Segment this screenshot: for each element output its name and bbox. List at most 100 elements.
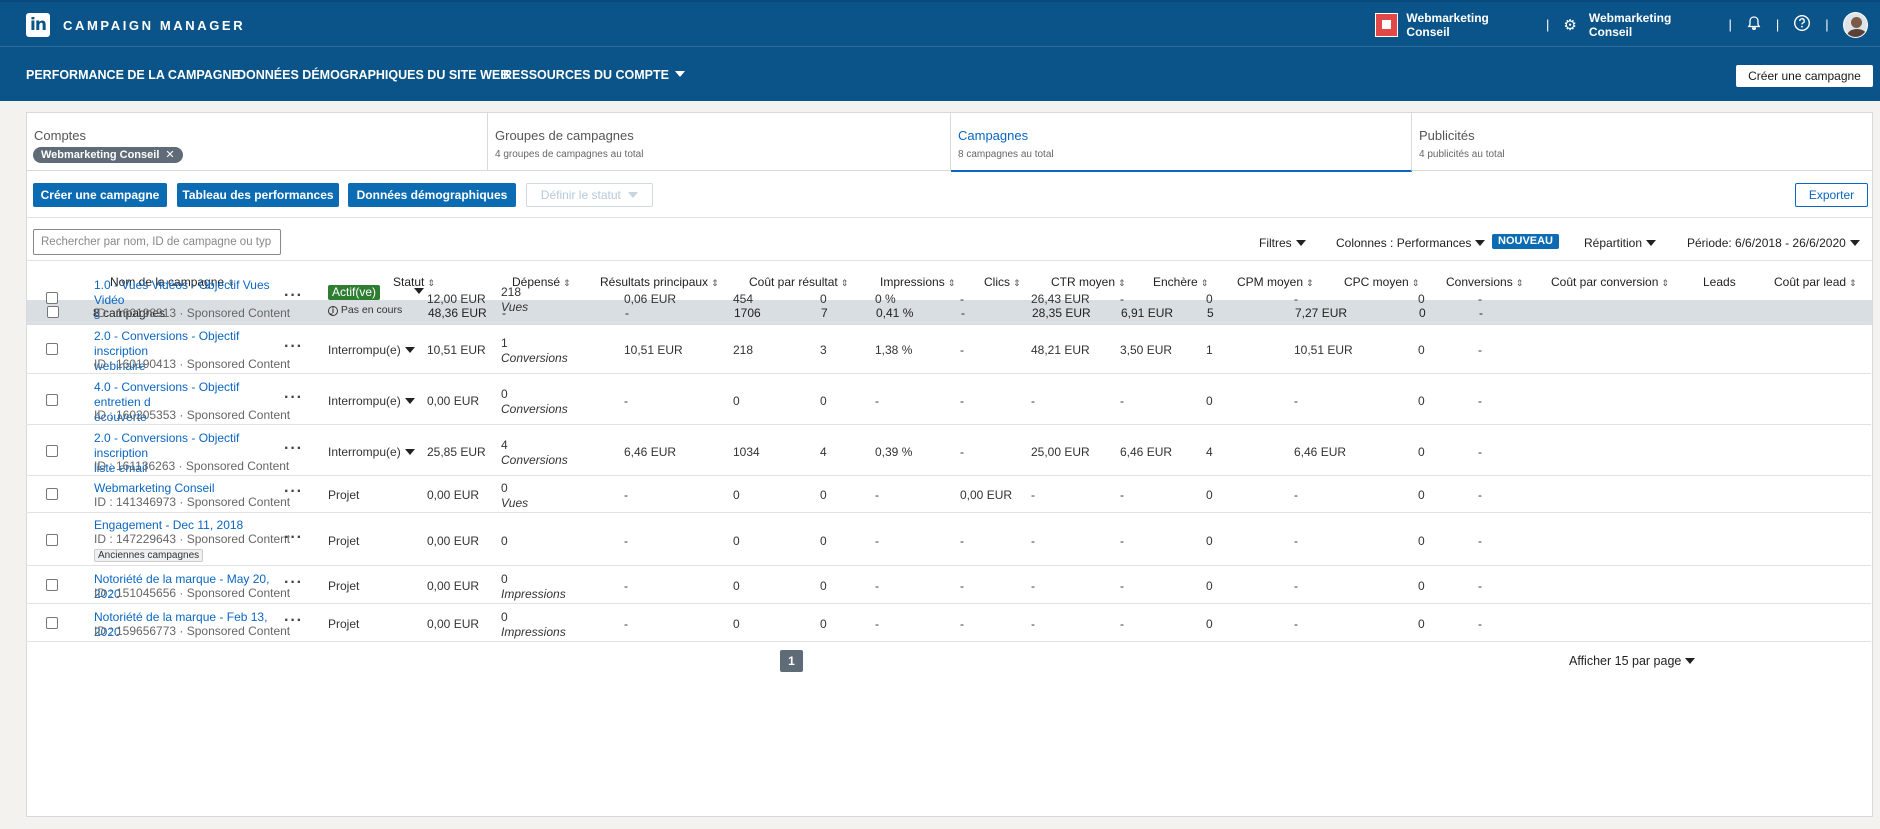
- info-icon: i: [328, 306, 338, 316]
- cell-cost-per-result: -: [624, 394, 628, 408]
- date-range-dropdown[interactable]: Période: 6/6/2018 - 26/6/2020: [1687, 236, 1860, 250]
- account-name[interactable]: Webmarketing Conseil: [1406, 11, 1532, 39]
- row-checkbox[interactable]: [46, 488, 58, 500]
- tab-campaigns[interactable]: Campagnes 8 campagnes au total: [951, 113, 1412, 172]
- row-checkbox[interactable]: [46, 617, 58, 629]
- search-input[interactable]: Rechercher par nom, ID de campagne ou ty…: [33, 229, 281, 255]
- row-checkbox[interactable]: [46, 579, 58, 591]
- cell-results-value: 0: [501, 387, 508, 401]
- cell-results-unit: Impressions: [501, 587, 566, 601]
- row-checkbox[interactable]: [46, 343, 58, 355]
- more-options-icon[interactable]: ···: [284, 574, 303, 592]
- more-options-icon[interactable]: ···: [284, 440, 303, 458]
- account-filter-chip[interactable]: Webmarketing Conseil ✕: [33, 147, 183, 163]
- columns-dropdown[interactable]: Colonnes : Performances: [1336, 236, 1486, 250]
- col-header-conversions[interactable]: Conversions ⇕: [1446, 275, 1523, 289]
- select-all-checkbox[interactable]: [47, 306, 59, 318]
- col-header-cpm[interactable]: CPM moyen ⇕: [1237, 275, 1314, 289]
- filters-dropdown[interactable]: Filtres: [1259, 236, 1306, 250]
- columns-value: Performances: [1396, 236, 1472, 250]
- cell-cost-per-result: -: [624, 579, 628, 593]
- demographics-button[interactable]: Données démographiques: [348, 183, 516, 207]
- tab-campaign-groups[interactable]: Groupes de campagnes 4 groupes de campag…: [488, 113, 951, 171]
- more-options-icon[interactable]: ···: [284, 287, 303, 305]
- cell-cpc: -: [1120, 579, 1124, 593]
- cell-ctr: -: [875, 617, 879, 631]
- status-label: Interrompu(e): [328, 343, 401, 357]
- breakdown-dropdown[interactable]: Répartition: [1584, 236, 1657, 250]
- col-header-bid[interactable]: Enchère ⇕: [1153, 275, 1208, 289]
- export-button[interactable]: Exporter: [1795, 183, 1868, 207]
- tab-ads-count: 4 publicités au total: [1419, 149, 1505, 160]
- top-right-controls: Webmarketing Conseil | ⚙ Webmarketing Co…: [1375, 2, 1880, 47]
- nav-demographics[interactable]: DONNÉES DÉMOGRAPHIQUES DU SITE WEB: [237, 68, 509, 82]
- campaign-name-link[interactable]: Webmarketing Conseil: [94, 481, 274, 496]
- tab-groups-count: 4 groupes de campagnes au total: [495, 149, 644, 160]
- col-header-impressions[interactable]: Impressions ⇕: [880, 275, 955, 289]
- col-header-cost-per-result[interactable]: Coût par résultat ⇕: [749, 275, 848, 289]
- status-dropdown[interactable]: Interrompu(e): [328, 394, 415, 408]
- page-1-button[interactable]: 1: [780, 650, 803, 672]
- cell-cpc: -: [1120, 617, 1124, 631]
- campaign-meta: ID : 147229643 · Sponsored Content: [94, 532, 291, 546]
- col-header-leads[interactable]: Leads: [1703, 275, 1736, 289]
- cell-cpm: -: [1031, 488, 1035, 502]
- campaign-name-line1: 2.0 - Conversions - Objectif inscription: [94, 329, 240, 358]
- col-header-cost-per-conversion[interactable]: Coût par conversion ⇕: [1551, 275, 1669, 289]
- set-status-dropdown[interactable]: Définir le statut: [526, 183, 653, 207]
- bell-icon[interactable]: [1746, 15, 1762, 35]
- col-header-ctr[interactable]: CTR moyen ⇕: [1051, 275, 1126, 289]
- campaign-meta: ID : 160198913 · Sponsored Content: [94, 306, 291, 320]
- status-dropdown[interactable]: Interrompu(e): [328, 445, 415, 459]
- cell-cpm: 48,21 EUR: [1031, 343, 1090, 357]
- avatar[interactable]: [1842, 11, 1869, 38]
- gear-icon[interactable]: ⚙: [1563, 16, 1576, 34]
- help-icon[interactable]: [1793, 14, 1811, 36]
- create-campaign-top-button[interactable]: Créer une campagne: [1736, 65, 1873, 87]
- columns-label: Colonnes :: [1336, 236, 1394, 250]
- cell-results-unit: Vues: [501, 300, 529, 314]
- status-badge[interactable]: Actif(ve): [328, 285, 381, 300]
- cell-clicks: 0: [820, 579, 827, 593]
- cell-spent: 0,00 EUR: [427, 579, 480, 593]
- account-badge-icon[interactable]: [1375, 12, 1399, 37]
- nav-performance[interactable]: PERFORMANCE DE LA CAMPAGNE: [26, 68, 240, 82]
- row-checkbox[interactable]: [46, 394, 58, 406]
- cell-impressions: 454: [733, 292, 754, 306]
- row-checkbox[interactable]: [46, 292, 58, 304]
- settings-account-name[interactable]: Webmarketing Conseil: [1589, 11, 1715, 39]
- create-campaign-button[interactable]: Créer une campagne: [33, 183, 167, 207]
- linkedin-logo-icon[interactable]: in: [26, 13, 50, 37]
- col-header-results[interactable]: Résultats principaux ⇕: [600, 275, 719, 289]
- nav-resources[interactable]: RESSOURCES DU COMPTE: [503, 68, 685, 82]
- per-page-dropdown[interactable]: Afficher 15 par page: [1569, 654, 1696, 668]
- tab-accounts[interactable]: Comptes Webmarketing Conseil ✕: [27, 113, 488, 171]
- close-icon[interactable]: ✕: [165, 149, 174, 161]
- tab-ads[interactable]: Publicités 4 publicités au total: [1412, 113, 1872, 171]
- cell-bid: -: [960, 579, 964, 593]
- main-nav: PERFORMANCE DE LA CAMPAGNE DONNÉES DÉMOG…: [0, 47, 1880, 101]
- status-dropdown[interactable]: Interrompu(e): [328, 343, 415, 357]
- row-checkbox[interactable]: [46, 445, 58, 457]
- more-options-icon[interactable]: ···: [284, 389, 303, 407]
- campaign-name-link[interactable]: Engagement - Dec 11, 2018: [94, 518, 274, 533]
- status-label: Interrompu(e): [328, 394, 401, 408]
- chevron-down-icon: [404, 449, 415, 455]
- cell-cost-per-lead: -: [1478, 617, 1482, 631]
- status-caret[interactable]: [410, 284, 424, 298]
- more-options-icon[interactable]: ···: [284, 529, 303, 547]
- performance-chart-button[interactable]: Tableau des performances: [177, 183, 339, 207]
- col-header-cpc[interactable]: CPC moyen ⇕: [1344, 275, 1419, 289]
- cell-ctr: 0,39 %: [875, 445, 913, 459]
- more-options-icon[interactable]: ···: [284, 483, 303, 501]
- col-header-clicks[interactable]: Clics ⇕: [984, 275, 1021, 289]
- account-filter-label: Webmarketing Conseil: [41, 149, 160, 161]
- cell-cpc: -: [1120, 534, 1124, 548]
- more-options-icon[interactable]: ···: [284, 338, 303, 356]
- row-checkbox[interactable]: [46, 534, 58, 546]
- more-options-icon[interactable]: ···: [284, 612, 303, 630]
- cell-results-value: 1: [501, 336, 508, 350]
- cell-results-unit: Vues: [501, 496, 529, 510]
- status-text: Projet: [328, 534, 360, 548]
- col-header-cost-per-lead[interactable]: Coût par lead ⇕: [1774, 275, 1857, 289]
